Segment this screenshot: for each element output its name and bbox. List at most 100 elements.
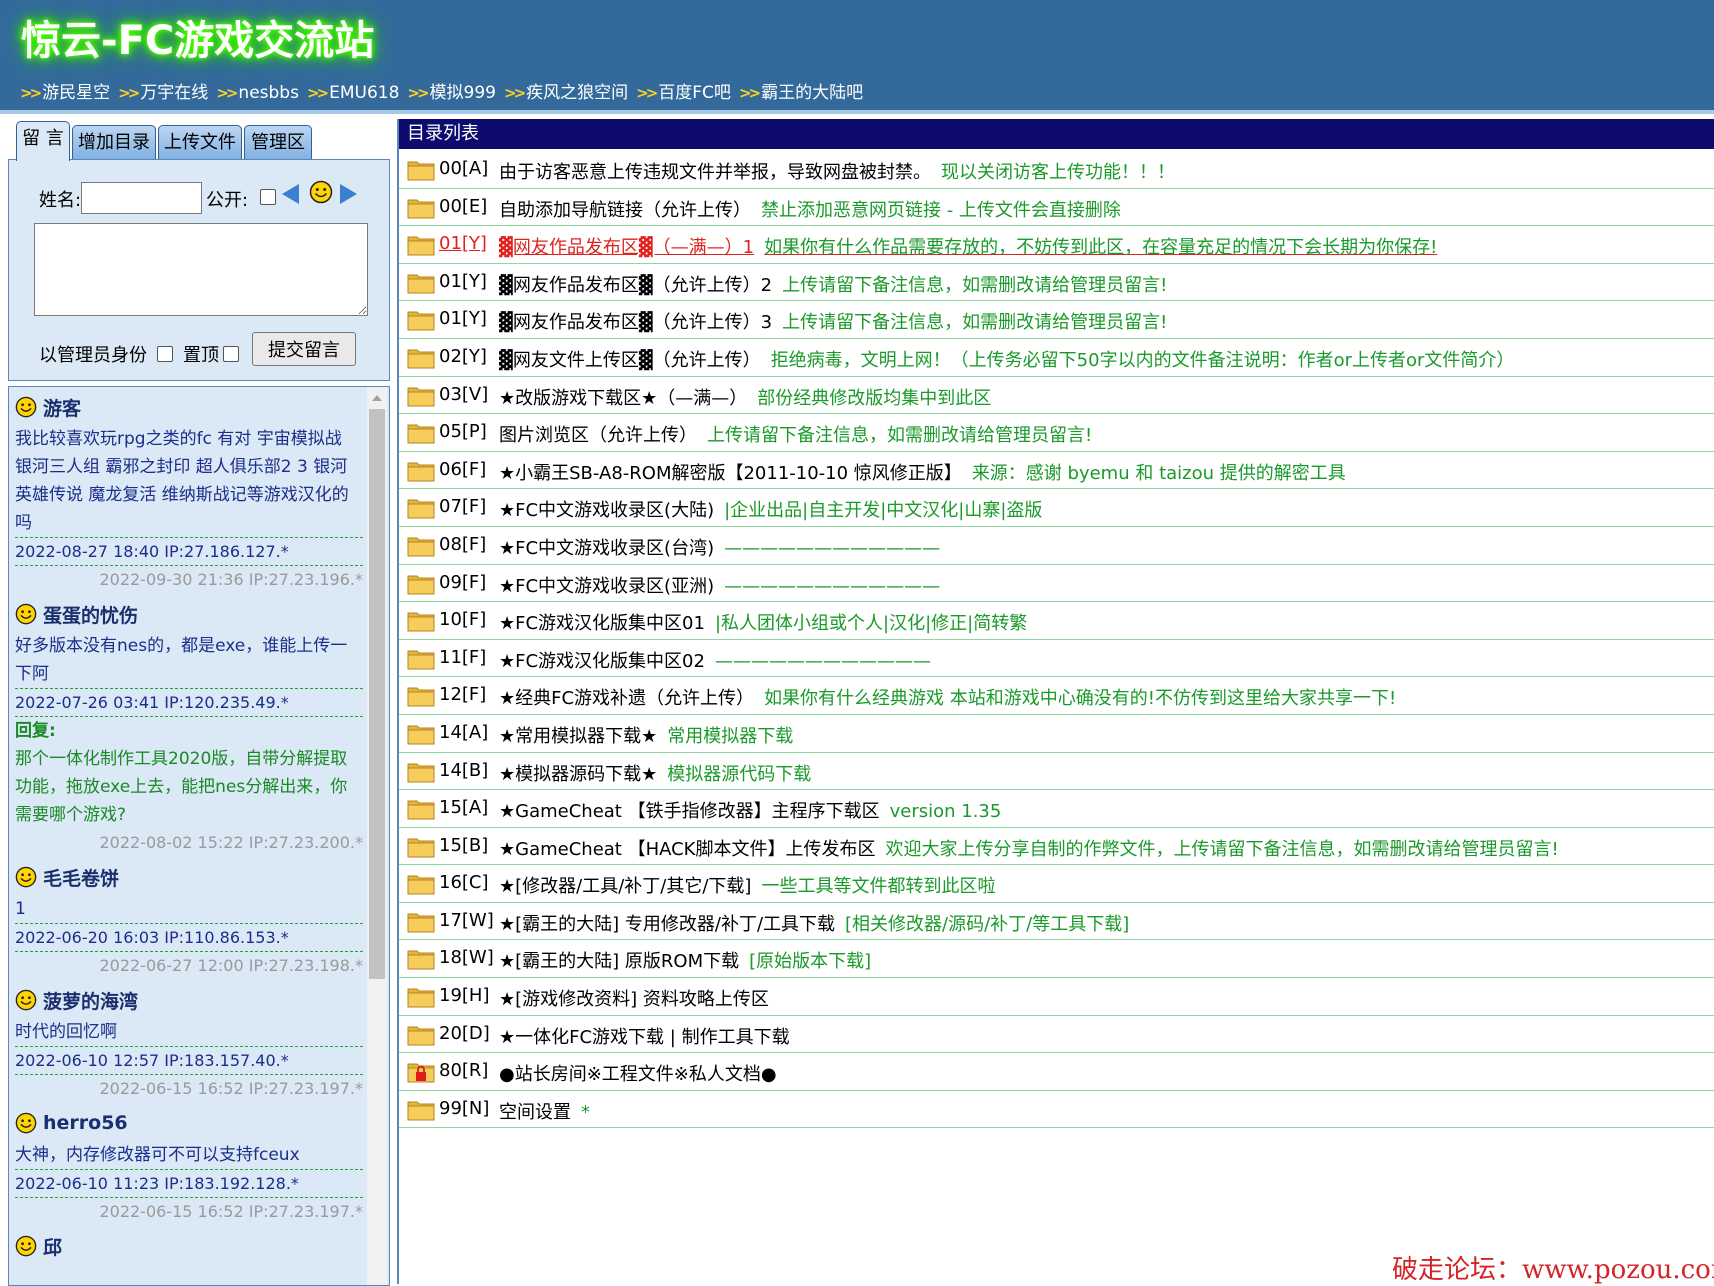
message-scrollbar[interactable] [367,387,387,1285]
submit-message-button[interactable]: 提交留言 [252,332,356,366]
directory-code[interactable]: 99[N] [439,1098,489,1119]
nav-link[interactable]: >> 疾风之狼空间 [504,83,628,103]
directory-title[interactable]: ★[修改器/工具/补丁/其它/下载] [499,876,751,897]
directory-title[interactable]: ★[霸王的大陆] 原版ROM下载 [499,951,739,972]
directory-title[interactable]: ★常用模拟器下载★ [499,726,657,747]
directory-row[interactable]: 15[B] ★GameCheat 【HACK脚本文件】上传发布区 欢迎大家上传分享自… [399,828,1714,866]
public-checkbox[interactable] [260,189,276,205]
directory-title[interactable]: ▓网友作品发布区▓（—满—）1 [499,237,754,258]
directory-title[interactable]: ★模拟器源码下载★ [499,764,657,785]
next-emoticon-icon[interactable] [340,184,357,204]
directory-code[interactable]: 17[W] [439,910,494,931]
directory-title[interactable]: ★FC中文游戏收录区(台湾) [499,538,714,559]
directory-row[interactable]: 99[N] 空间设置 * [399,1091,1714,1129]
directory-row[interactable]: 14[B] ★模拟器源码下载★ 模拟器源代码下载 [399,753,1714,791]
admin-checkbox[interactable] [157,346,173,362]
directory-row[interactable]: 20[D] ★一体化FC游戏下载 | 制作工具下载 [399,1016,1714,1054]
directory-code[interactable]: 00[E] [439,196,487,217]
message-textarea[interactable] [34,223,368,316]
directory-row[interactable]: 07[F] ★FC中文游戏收录区(大陆) |企业出品|自主开发|中文汉化|山寨|盗版 [399,489,1714,527]
directory-row[interactable]: 11[F] ★FC游戏汉化版集中区02 ———————————— [399,640,1714,678]
nav-link[interactable]: >> 模拟999 [407,83,496,103]
directory-title[interactable]: 空间设置 [499,1102,571,1123]
directory-title[interactable]: ★GameCheat 【铁手指修改器】主程序下载区 [499,801,880,822]
directory-code[interactable]: 15[A] [439,797,488,818]
directory-code[interactable]: 80[R] [439,1060,488,1081]
directory-code[interactable]: 12[F] [439,684,486,705]
tab-add-directory[interactable]: 增加目录 [72,125,156,160]
directory-row[interactable]: 16[C] ★[修改器/工具/补丁/其它/下载] 一些工具等文件都转到此区啦 [399,865,1714,903]
directory-title[interactable]: ▓网友作品发布区▓（允许上传）2 [499,275,772,296]
directory-row[interactable]: 00[A] 由于访客恶意上传违规文件并举报，导致网盘被封禁。 现以关闭访客上传功能！… [399,151,1714,189]
directory-row[interactable]: 01[Y] ▓网友作品发布区▓（允许上传）2 上传请留下备注信息，如需删改请给管理员… [399,264,1714,302]
directory-title[interactable]: ★FC中文游戏收录区(大陆) [499,500,714,521]
directory-title[interactable]: ▓网友文件上传区▓（允许上传） [499,350,761,371]
directory-code[interactable]: 05[P] [439,421,487,442]
directory-code[interactable]: 10[F] [439,609,486,630]
directory-row[interactable]: 08[F] ★FC中文游戏收录区(台湾) ———————————— [399,527,1714,565]
directory-row[interactable]: 80[R] ●站长房间※工程文件※私人文档● [399,1053,1714,1091]
nav-link[interactable]: >> 百度FC吧 [636,83,731,103]
directory-title[interactable]: ★小霸王SB-A8-ROM解密版【2011-10-10 惊风修正版】 [499,463,962,484]
directory-row[interactable]: 10[F] ★FC游戏汉化版集中区01 |私人团体小组或个人|汉化|修正|简转繁 [399,602,1714,640]
directory-code[interactable]: 08[F] [439,534,486,555]
directory-row[interactable]: 09[F] ★FC中文游戏收录区(亚洲) ———————————— [399,565,1714,603]
nav-link[interactable]: >> nesbbs [216,83,299,103]
pin-checkbox[interactable] [223,346,239,362]
directory-row[interactable]: 01[Y] ▓网友作品发布区▓（允许上传）3 上传请留下备注信息，如需删改请给管理员… [399,301,1714,339]
directory-row[interactable]: 14[A] ★常用模拟器下载★ 常用模拟器下载 [399,715,1714,753]
directory-title[interactable]: ★[霸王的大陆] 专用修改器/补丁/工具下载 [499,914,835,935]
directory-row[interactable]: 12[F] ★经典FC游戏补遗（允许上传） 如果你有什么经典游戏 本站和游戏中心确没… [399,677,1714,715]
directory-title[interactable]: ★GameCheat 【HACK脚本文件】上传发布区 [499,839,876,860]
directory-row[interactable]: 06[F] ★小霸王SB-A8-ROM解密版【2011-10-10 惊风修正版】来… [399,452,1714,490]
nav-link[interactable]: >> 游民星空 [20,83,110,103]
directory-row[interactable]: 19[H] ★[游戏修改资料] 资料攻略上传区 [399,978,1714,1016]
directory-code[interactable]: 01[Y] [439,308,487,329]
directory-code[interactable]: 07[F] [439,496,486,517]
directory-row[interactable]: 00[E] 自助添加导航链接（允许上传） 禁止添加恶意网页链接 - 上传文件会直接删… [399,189,1714,227]
nav-link[interactable]: >> 霸王的大陆吧 [739,83,863,103]
directory-code[interactable]: 11[F] [439,647,486,668]
directory-title[interactable]: ★经典FC游戏补遗（允许上传） [499,688,754,709]
scroll-thumb[interactable] [369,409,385,979]
directory-code[interactable]: 16[C] [439,872,489,893]
nav-link[interactable]: >> EMU618 [307,83,399,103]
directory-title[interactable]: 自助添加导航链接（允许上传） [499,200,751,221]
directory-code[interactable]: 01[Y] [439,271,487,292]
directory-row[interactable]: 17[W] ★[霸王的大陆] 专用修改器/补丁/工具下载 [相关修改器/源码/补丁… [399,903,1714,941]
directory-code[interactable]: 14[A] [439,722,488,743]
prev-emoticon-icon[interactable] [282,184,299,204]
directory-title[interactable]: ★[游戏修改资料] 资料攻略上传区 [499,989,769,1010]
tab-guestbook[interactable]: 留 言 [16,121,70,161]
directory-title[interactable]: 图片浏览区（允许上传） [499,425,697,446]
directory-title[interactable]: ▓网友作品发布区▓（允许上传）3 [499,312,772,333]
directory-code[interactable]: 15[B] [439,835,488,856]
directory-code[interactable]: 09[F] [439,572,486,593]
directory-row[interactable]: 02[Y] ▓网友文件上传区▓（允许上传） 拒绝病毒，文明上网！（上传务必留下50字… [399,339,1714,377]
directory-title[interactable]: ★一体化FC游戏下载 | 制作工具下载 [499,1027,790,1048]
directory-code[interactable]: 14[B] [439,760,488,781]
directory-title[interactable]: ★FC中文游戏收录区(亚洲) [499,576,714,597]
directory-code[interactable]: 18[W] [439,947,494,968]
nav-link[interactable]: >> 万宇在线 [118,83,208,103]
directory-code[interactable]: 01[Y] [439,233,487,254]
directory-row[interactable]: 01[Y] ▓网友作品发布区▓（—满—）1 如果你有什么作品需要存放的，不妨传到此区… [399,226,1714,264]
directory-title[interactable]: ★FC游戏汉化版集中区01 [499,613,705,634]
directory-title[interactable]: 由于访客恶意上传违规文件并举报，导致网盘被封禁。 [499,162,931,183]
directory-code[interactable]: 19[H] [439,985,489,1006]
directory-code[interactable]: 20[D] [439,1023,490,1044]
directory-row[interactable]: 15[A] ★GameCheat 【铁手指修改器】主程序下载区 version 1.… [399,790,1714,828]
directory-title[interactable]: ★改版游戏下载区★（—满—） [499,388,747,409]
tab-upload-file[interactable]: 上传文件 [158,125,242,160]
smiley-icon[interactable] [309,180,333,208]
directory-title[interactable]: ★FC游戏汉化版集中区02 [499,651,705,672]
directory-title[interactable]: ●站长房间※工程文件※私人文档● [499,1064,777,1085]
tab-admin[interactable]: 管理区 [244,125,312,160]
directory-code[interactable]: 00[A] [439,158,488,179]
directory-row[interactable]: 18[W] ★[霸王的大陆] 原版ROM下载 [原始版本下载] [399,940,1714,979]
name-input[interactable] [81,182,202,214]
directory-row[interactable]: 05[P] 图片浏览区（允许上传） 上传请留下备注信息，如需删改请给管理员留言! [399,414,1714,452]
scroll-up-icon[interactable] [372,395,382,401]
directory-code[interactable]: 06[F] [439,459,486,480]
directory-code[interactable]: 02[Y] [439,346,487,367]
